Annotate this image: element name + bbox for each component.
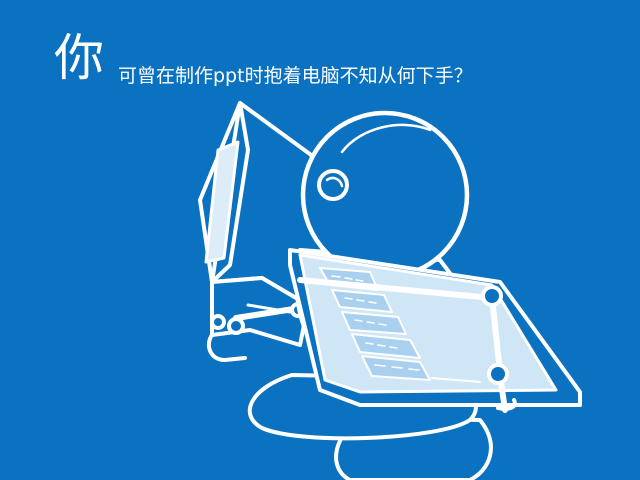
front-screen: [288, 248, 582, 407]
figure-head: [300, 110, 470, 280]
computer-hug-illustration: [198, 101, 582, 480]
slide-canvas: 你 可曾在制作ppt时抱着电脑不知从何下手？: [0, 0, 640, 480]
